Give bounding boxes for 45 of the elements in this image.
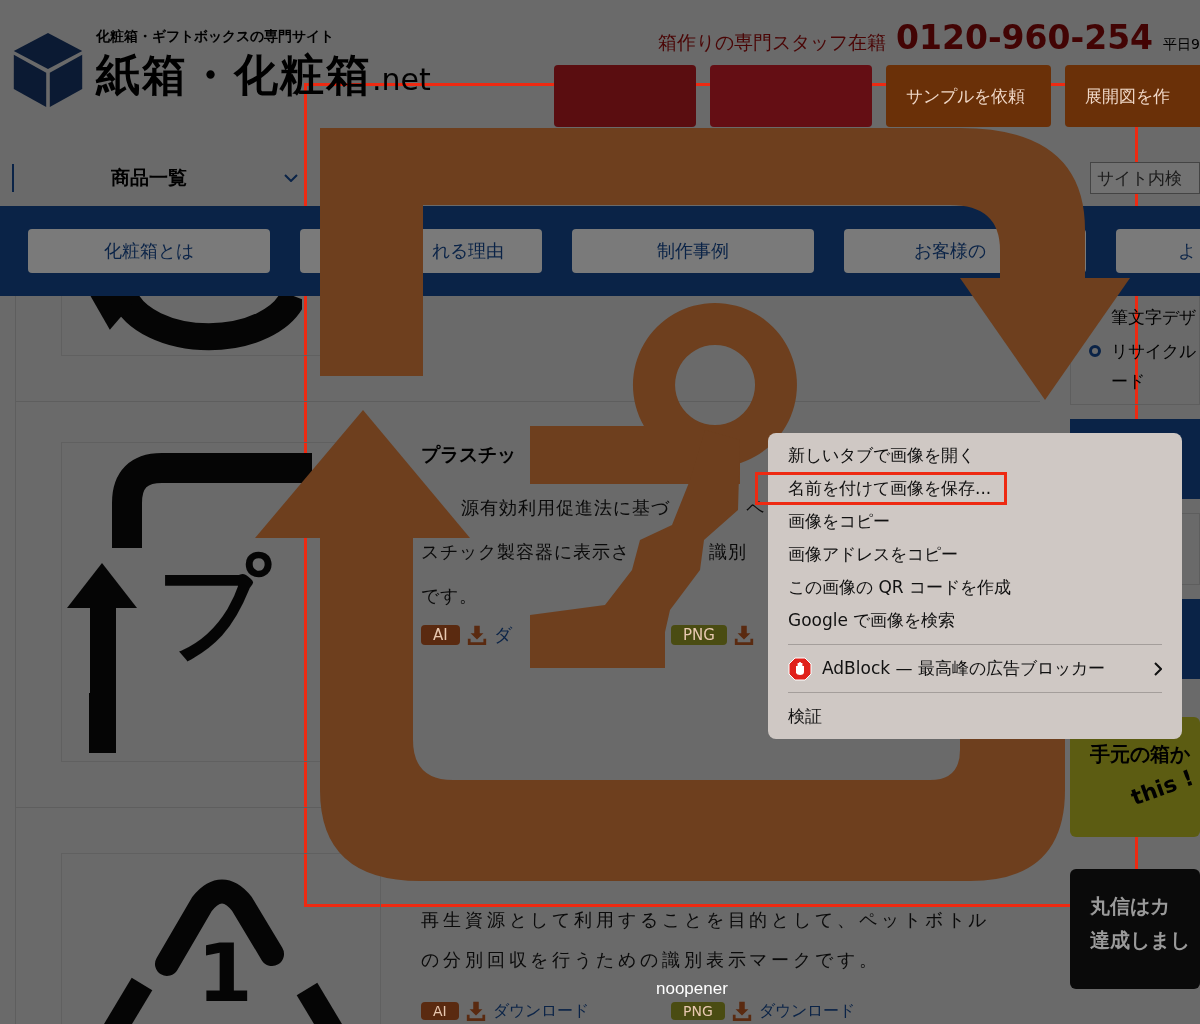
mark-number: 1	[197, 934, 253, 1014]
description-text: 識別	[709, 540, 747, 564]
banner-text: 丸信はカ	[1090, 893, 1172, 920]
context-menu-item[interactable]: Google で画像を検索	[768, 604, 1182, 637]
header-button[interactable]	[554, 65, 696, 127]
context-menu-item[interactable]: 画像アドレスをコピー	[768, 538, 1182, 571]
site-tagline: 化粧箱・ギフトボックスの専門サイト	[96, 28, 335, 46]
download-link[interactable]: ダ	[493, 625, 512, 645]
format-tag: AI	[421, 625, 460, 645]
site-search-field[interactable]: サイト内検	[1090, 162, 1200, 194]
download-icon	[732, 624, 755, 646]
description-text: です。	[421, 584, 478, 608]
staff-note: 箱作りの専門スタッフ在籍	[658, 30, 887, 55]
format-tag: AI	[421, 1002, 459, 1020]
link-rel-caption: noopener	[656, 979, 728, 999]
product-title: プラスチッ	[421, 442, 516, 466]
context-menu-item[interactable]: この画像の QR コードを作成	[768, 571, 1182, 604]
download-icon	[464, 1000, 487, 1022]
business-hours: 平日9	[1163, 36, 1200, 54]
format-tag: PNG	[671, 625, 727, 645]
header-button[interactable]: サンプルを依頼	[886, 65, 1051, 127]
header-button[interactable]	[710, 65, 872, 127]
context-menu-item[interactable]: 新しいタブで画像を開く	[768, 439, 1182, 472]
context-menu-item[interactable]: 名前を付けて画像を保存...	[755, 472, 1007, 505]
download-link[interactable]: ダウンロード	[492, 1002, 589, 1020]
mark-letter: プ	[157, 553, 270, 663]
stop-hand-icon	[788, 656, 812, 681]
format-tag: PNG	[671, 1002, 725, 1020]
description-text: 再生資源として利用することを目的として、ペットボトルの分別回収を行うための識別表示マークです。	[421, 908, 992, 972]
download-icon	[465, 624, 488, 646]
phone-number: 0120-960-254	[896, 18, 1154, 57]
header-button[interactable]: 展開図を作	[1065, 65, 1200, 127]
promo-banner[interactable]: 丸信はカ 達成しまし	[1070, 869, 1200, 989]
description-text: 源有効利用促進法に基づ	[461, 496, 670, 520]
banner-text: 達成しまし	[1090, 927, 1192, 954]
menu-button[interactable]: 制作事例	[572, 229, 814, 273]
products-menu[interactable]: 商品一覧	[14, 164, 284, 192]
menu-button[interactable]: 化粧箱とは	[28, 229, 270, 273]
download-link[interactable]: ダウンロード	[758, 1002, 855, 1020]
context-menu-item[interactable]: AdBlock — 最高峰の広告ブロッカー	[768, 652, 1182, 685]
description-text: スチック製容器に表示さ	[421, 540, 630, 564]
download-icon	[730, 1000, 753, 1022]
chevron-down-icon	[284, 174, 298, 182]
context-menu-item[interactable]: 画像をコピー	[768, 505, 1182, 538]
menu-button[interactable]: よ	[1116, 229, 1200, 273]
